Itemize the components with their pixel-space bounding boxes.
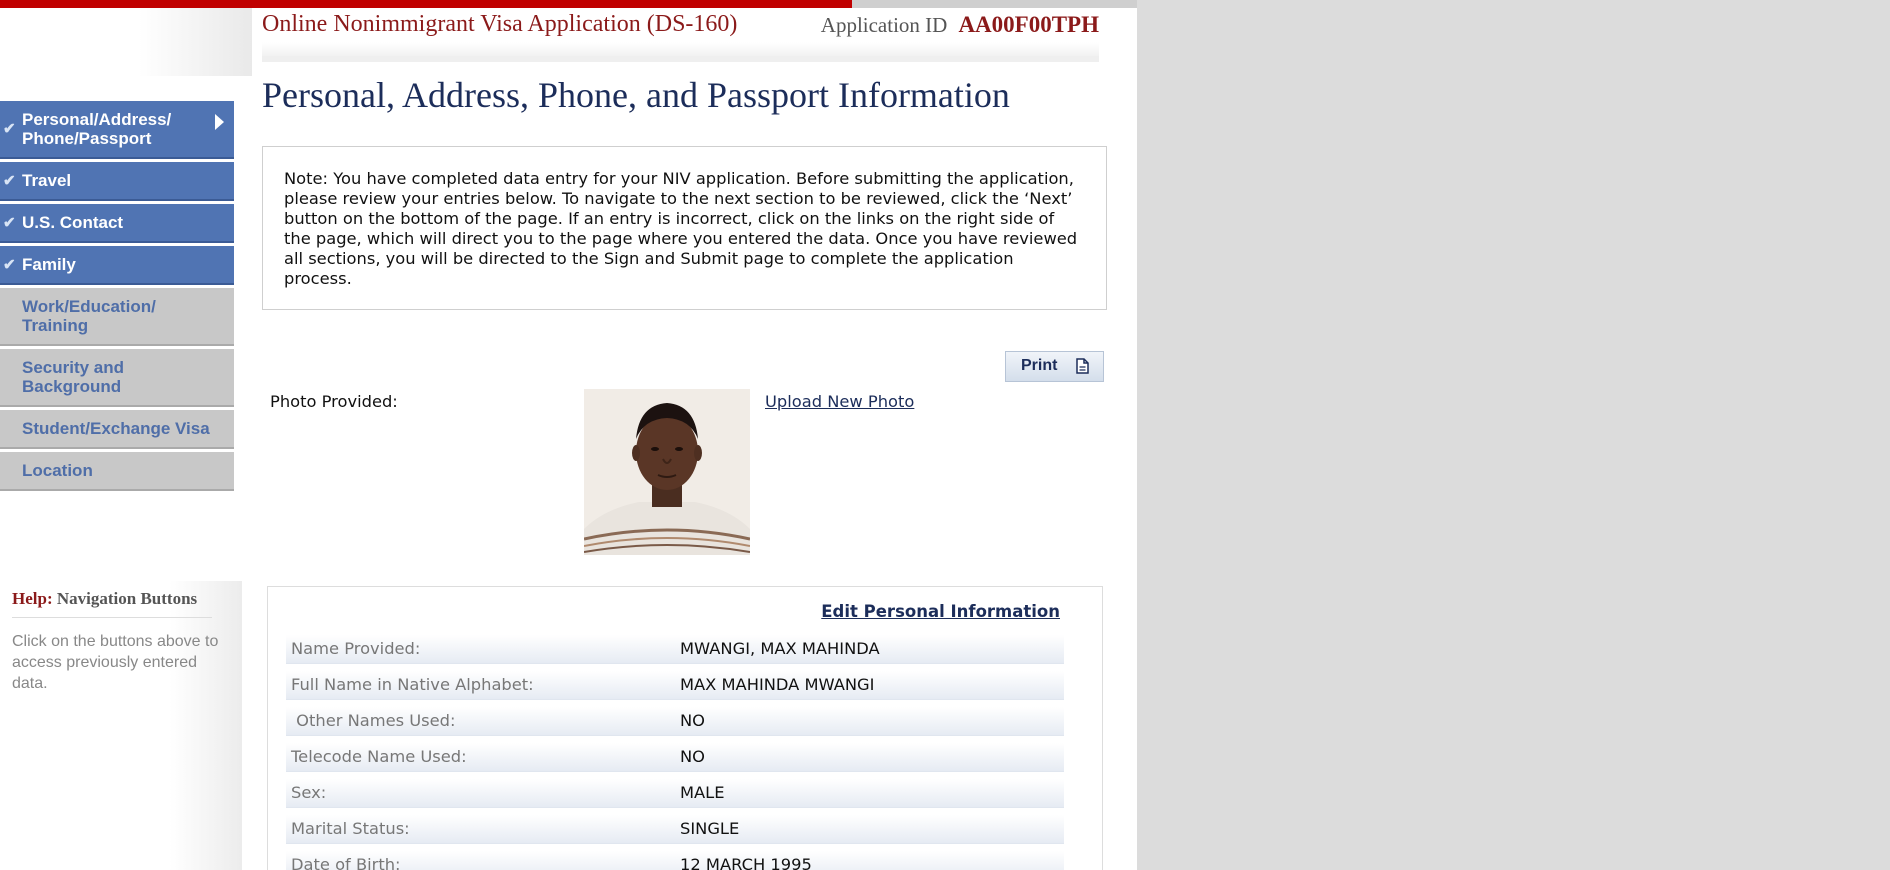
page-title: Personal, Address, Phone, and Passport I… [262, 75, 1010, 115]
check-icon: ✔ [3, 256, 16, 273]
application-id: Application ID AA00F00TPH [821, 12, 1099, 38]
nav-item-personal[interactable]: ✔ Personal/Address/ Phone/Passport [0, 101, 234, 159]
help-text: Click on the buttons above to access pre… [12, 633, 219, 692]
nav-item-us-contact[interactable]: ✔ U.S. Contact [0, 204, 234, 243]
application-id-value: AA00F00TPH [958, 12, 1099, 37]
check-icon: ✔ [3, 172, 16, 189]
detail-label: Telecode Name Used: [291, 747, 467, 766]
personal-details-section: Edit Personal Information Name Provided:… [267, 586, 1103, 870]
nav-item-label: U.S. Contact [22, 213, 124, 232]
top-accent-bar [0, 0, 852, 8]
application-id-label: Application ID [820, 13, 948, 37]
nav-item-location[interactable]: Location [0, 452, 234, 491]
edit-personal-information-link[interactable]: Edit Personal Information [821, 602, 1060, 621]
print-button[interactable]: Print [1005, 351, 1104, 382]
detail-row-sex: Sex: MALE [286, 779, 1064, 808]
detail-label: Name Provided: [291, 639, 421, 658]
app-title: Online Nonimmigrant Visa Application (DS… [262, 11, 738, 37]
nav-item-family[interactable]: ✔ Family [0, 246, 234, 285]
nav-item-label: Personal/Address/ Phone/Passport [22, 110, 172, 148]
check-icon: ✔ [3, 120, 16, 138]
help-heading: Navigation Buttons [56, 589, 198, 608]
check-icon: ✔ [3, 214, 16, 231]
top-accent-bar-grey [852, 0, 1137, 8]
current-arrow-icon [215, 114, 224, 130]
detail-value: NO [680, 747, 705, 766]
photo-label: Photo Provided: [270, 392, 398, 411]
detail-row-date-of-birth: Date of Birth: 12 MARCH 1995 [286, 851, 1064, 870]
document-icon [1076, 358, 1089, 379]
detail-row-marital-status: Marital Status: SINGLE [286, 815, 1064, 844]
page: Online Nonimmigrant Visa Application (DS… [0, 0, 1137, 870]
nav-item-label: Location [22, 461, 93, 480]
help-prefix: Help: [12, 589, 53, 608]
detail-value: 12 MARCH 1995 [680, 855, 812, 870]
nav-item-label: Security and Background [22, 358, 125, 396]
nav-item-work-education[interactable]: Work/Education/ Training [0, 288, 234, 346]
detail-value: NO [680, 711, 705, 730]
detail-row-native-name: Full Name in Native Alphabet: MAX MAHIND… [286, 671, 1064, 700]
applicant-photo [584, 389, 750, 555]
app-header: Online Nonimmigrant Visa Application (DS… [262, 10, 1099, 62]
detail-row-name: Name Provided: MWANGI, MAX MAHINDA [286, 635, 1064, 664]
detail-row-other-names: Other Names Used: NO [286, 707, 1064, 736]
help-panel: Help: Navigation Buttons Click on the bu… [0, 581, 242, 870]
nav-item-travel[interactable]: ✔ Travel [0, 162, 234, 201]
detail-value: MAX MAHINDA MWANGI [680, 675, 875, 694]
detail-label: Full Name in Native Alphabet: [291, 675, 534, 694]
nav-item-student-exchange[interactable]: Student/Exchange Visa [0, 410, 234, 449]
nav-item-label: Work/Education/ Training [22, 297, 156, 335]
nav-item-security[interactable]: Security and Background [0, 349, 234, 407]
detail-label: Marital Status: [291, 819, 410, 838]
details-rows: Name Provided: MWANGI, MAX MAHINDA Full … [286, 635, 1064, 870]
detail-value: MALE [680, 783, 725, 802]
nav-item-label: Travel [22, 171, 72, 190]
print-button-label: Print [1021, 357, 1058, 374]
detail-label: Date of Birth: [291, 855, 401, 870]
section-nav: ✔ Personal/Address/ Phone/Passport ✔ Tra… [0, 101, 234, 494]
detail-value: SINGLE [680, 819, 740, 838]
nav-item-label: Student/Exchange Visa [22, 419, 210, 438]
review-note: Note: You have completed data entry for … [262, 146, 1107, 310]
detail-label: Other Names Used: [291, 711, 456, 730]
help-title: Help: Navigation Buttons [12, 589, 212, 618]
detail-label: Sex: [291, 783, 327, 802]
nav-item-label: Family [22, 255, 76, 274]
left-header-fade [0, 8, 252, 76]
upload-new-photo-link[interactable]: Upload New Photo [765, 392, 914, 411]
detail-row-telecode: Telecode Name Used: NO [286, 743, 1064, 772]
detail-value: MWANGI, MAX MAHINDA [680, 639, 880, 658]
